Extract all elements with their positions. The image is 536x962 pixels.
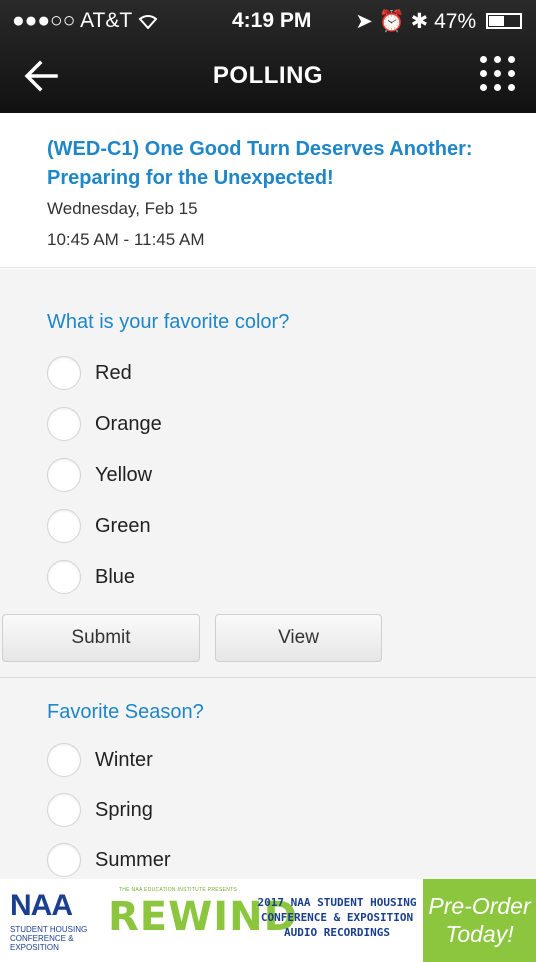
poll-option[interactable]: Orange: [47, 407, 347, 443]
status-time: 4:19 PM: [232, 9, 312, 32]
option-label: Red: [95, 362, 132, 384]
conference-line: CONFERENCE & EXPOSITION: [260, 911, 414, 924]
page-title: POLLING: [212, 62, 324, 89]
session-title[interactable]: (WED-C1) One Good Turn Deserves Another:…: [47, 135, 527, 193]
top-bar: ●●●○○ AT&T 4:19 PM ➤ ⏰ ✱ 47% POLLING: [0, 0, 536, 113]
status-right: ➤ ⏰ ✱ 47%: [355, 9, 522, 34]
battery-icon: [486, 13, 522, 29]
poll-option[interactable]: Spring: [47, 793, 347, 829]
option-label: Spring: [95, 799, 153, 821]
conference-text: 2017 NAA STUDENT HOUSING CONFERENCE & EX…: [252, 895, 422, 940]
rewind-logo: THE NAA EDUCATION INSTITUTE PRESENTS REW…: [108, 887, 298, 953]
battery-percent: 47%: [434, 10, 477, 33]
option-label: Green: [95, 515, 151, 537]
session-header: (WED-C1) One Good Turn Deserves Another:…: [0, 113, 536, 268]
option-label: Yellow: [95, 464, 153, 486]
location-icon: ➤: [355, 10, 373, 33]
conference-line: AUDIO RECORDINGS: [284, 926, 390, 939]
poll-question: What is your favorite color?: [47, 311, 290, 333]
radio-button[interactable]: [47, 793, 81, 827]
conference-line: 2017 NAA STUDENT HOUSING: [257, 896, 417, 909]
option-label: Orange: [95, 413, 162, 435]
grid-menu-button[interactable]: [480, 56, 516, 92]
radio-button[interactable]: [47, 509, 81, 543]
poll-option[interactable]: Red: [47, 356, 347, 392]
poll-option[interactable]: Blue: [47, 560, 347, 596]
naa-logo-text: NAA: [10, 889, 73, 922]
carrier-info: ●●●○○ AT&T: [12, 9, 158, 33]
view-button[interactable]: View: [215, 614, 382, 662]
session-time: 10:45 AM - 11:45 AM: [47, 230, 205, 249]
status-bar: ●●●○○ AT&T 4:19 PM ➤ ⏰ ✱ 47%: [0, 0, 536, 42]
radio-button[interactable]: [47, 743, 81, 777]
naa-logo-subtitle: STUDENT HOUSING CONFERENCE & EXPOSITION: [10, 925, 88, 952]
signal-strength: ●●●○○: [12, 9, 76, 32]
nav-bar: POLLING: [0, 42, 536, 113]
bluetooth-icon: ✱: [410, 10, 429, 33]
alarm-icon: ⏰: [378, 10, 405, 33]
poll-option[interactable]: Green: [47, 509, 347, 545]
pre-order-button[interactable]: Pre-Order Today!: [423, 879, 536, 962]
poll-divider: [0, 677, 536, 678]
session-date: Wednesday, Feb 15: [47, 199, 198, 218]
ad-banner[interactable]: NAA STUDENT HOUSING CONFERENCE & EXPOSIT…: [0, 879, 536, 962]
poll-question: Favorite Season?: [47, 701, 204, 723]
poll-option[interactable]: Summer: [47, 843, 347, 879]
rewind-logo-text: REWIND: [108, 894, 298, 940]
poll-option[interactable]: Yellow: [47, 458, 347, 494]
poll-option[interactable]: Winter: [47, 743, 347, 779]
wifi-icon: [138, 9, 158, 32]
carrier-name: AT&T: [80, 9, 132, 32]
radio-button[interactable]: [47, 560, 81, 594]
option-label: Winter: [95, 749, 153, 771]
naa-logo: NAA STUDENT HOUSING CONFERENCE & EXPOSIT…: [10, 889, 98, 952]
radio-button[interactable]: [47, 458, 81, 492]
option-label: Summer: [95, 849, 171, 871]
option-label: Blue: [95, 566, 136, 588]
radio-button[interactable]: [47, 356, 81, 390]
poll-list: What is your favorite color? Red Orange …: [0, 269, 536, 879]
radio-button[interactable]: [47, 843, 81, 877]
radio-button[interactable]: [47, 407, 81, 441]
submit-button[interactable]: Submit: [2, 614, 200, 662]
